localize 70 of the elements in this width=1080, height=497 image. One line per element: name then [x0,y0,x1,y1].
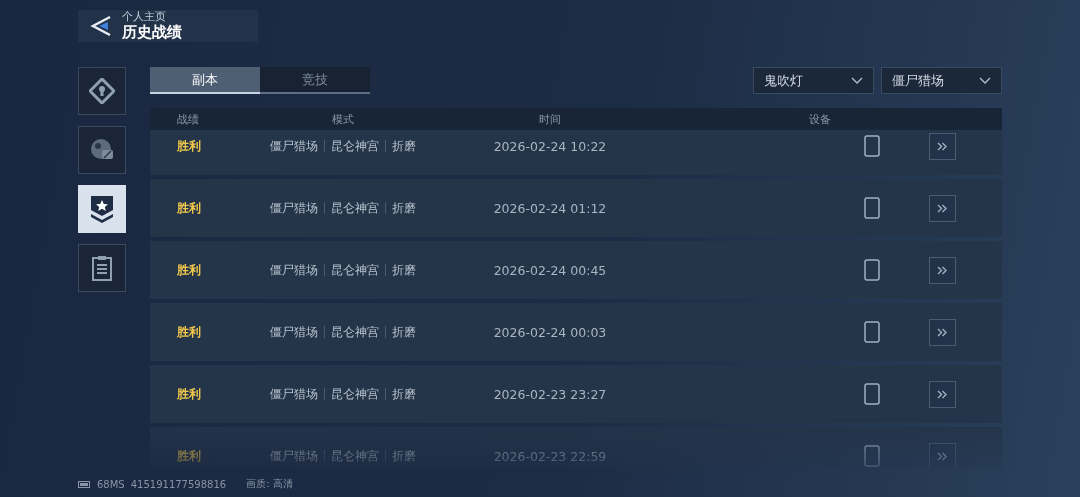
double-chevron-icon [937,265,948,275]
column-header: 战绩 [176,111,200,127]
result-text: 胜利 [176,261,202,279]
chevron-down-icon [851,77,863,84]
clipboard-icon [91,255,113,281]
result-text: 胜利 [176,137,202,155]
detail-button[interactable] [929,194,956,222]
ping-text: 68MS [97,478,125,490]
mode-text: 昆仑神宫 [331,323,379,341]
detail-button[interactable] [929,318,956,346]
mode-text: 僵尸猎场 [270,261,318,279]
mode-text: 僵尸猎场 [270,199,318,217]
time-text: 2026-02-23 22:59 [492,448,608,464]
mode-text: 昆仑神宫 [331,385,379,403]
double-chevron-icon [937,389,948,399]
mode-text: 昆仑神宫 [331,199,379,217]
tablet-icon [864,321,880,343]
badge-icon [88,194,116,224]
mode-text: 折磨 [392,323,416,341]
result-text: 胜利 [176,447,202,465]
detail-button[interactable] [929,256,956,284]
time-text: 2026-02-23 23:27 [492,386,608,402]
mode-text: 僵尸猎场 [270,385,318,403]
tablet-icon [864,197,880,219]
time-text: 2026-02-24 10:22 [492,138,608,154]
filter-dropdown[interactable]: 鬼吹灯 [753,67,874,94]
column-header: 模式 [331,111,355,127]
detail-button[interactable] [929,132,956,160]
result-text: 胜利 [176,385,202,403]
keyhole-icon [89,78,115,104]
quality-text: 画质: 高清 [246,477,293,491]
tablet-icon [864,383,880,405]
tab[interactable]: 副本 [150,67,260,94]
page-title: 历史战绩 [122,23,182,42]
sidebar-item[interactable] [78,126,126,174]
back-icon[interactable] [90,15,112,37]
column-header: 时间 [538,111,562,127]
tab[interactable]: 竞技 [260,67,370,94]
chevron-down-icon [979,77,991,84]
tablet-icon [864,259,880,281]
filter-dropdown[interactable]: 僵尸猎场 [881,67,1002,94]
result-text: 胜利 [176,199,202,217]
player-id: 415191177598816 [130,478,227,490]
double-chevron-icon [937,451,948,461]
mode-text: 折磨 [392,385,416,403]
mode-text: 折磨 [392,137,416,155]
time-text: 2026-02-24 01:12 [492,200,608,216]
mode-text: 折磨 [392,199,416,217]
detail-button[interactable] [929,380,956,408]
result-text: 胜利 [176,323,202,341]
column-header: 设备 [808,111,832,127]
mode-text: 昆仑神宫 [331,261,379,279]
mode-text: 折磨 [392,261,416,279]
sidebar-item[interactable] [78,244,126,292]
mode-text: 僵尸猎场 [270,447,318,465]
sidebar-item[interactable] [78,67,126,115]
mode-text: 昆仑神宫 [331,137,379,155]
mode-text: 折磨 [392,447,416,465]
time-text: 2026-02-24 00:45 [492,262,608,278]
mode-text: 僵尸猎场 [270,137,318,155]
tablet-icon [864,135,880,157]
mode-text: 昆仑神宫 [331,447,379,465]
double-chevron-icon [937,203,948,213]
mode-text: 僵尸猎场 [270,323,318,341]
tablet-icon [864,445,880,467]
double-chevron-icon [937,327,948,337]
time-text: 2026-02-24 00:03 [492,324,608,340]
double-chevron-icon [937,141,948,151]
battery-icon [78,480,91,488]
breadcrumb-text: 个人主页 [122,10,167,23]
